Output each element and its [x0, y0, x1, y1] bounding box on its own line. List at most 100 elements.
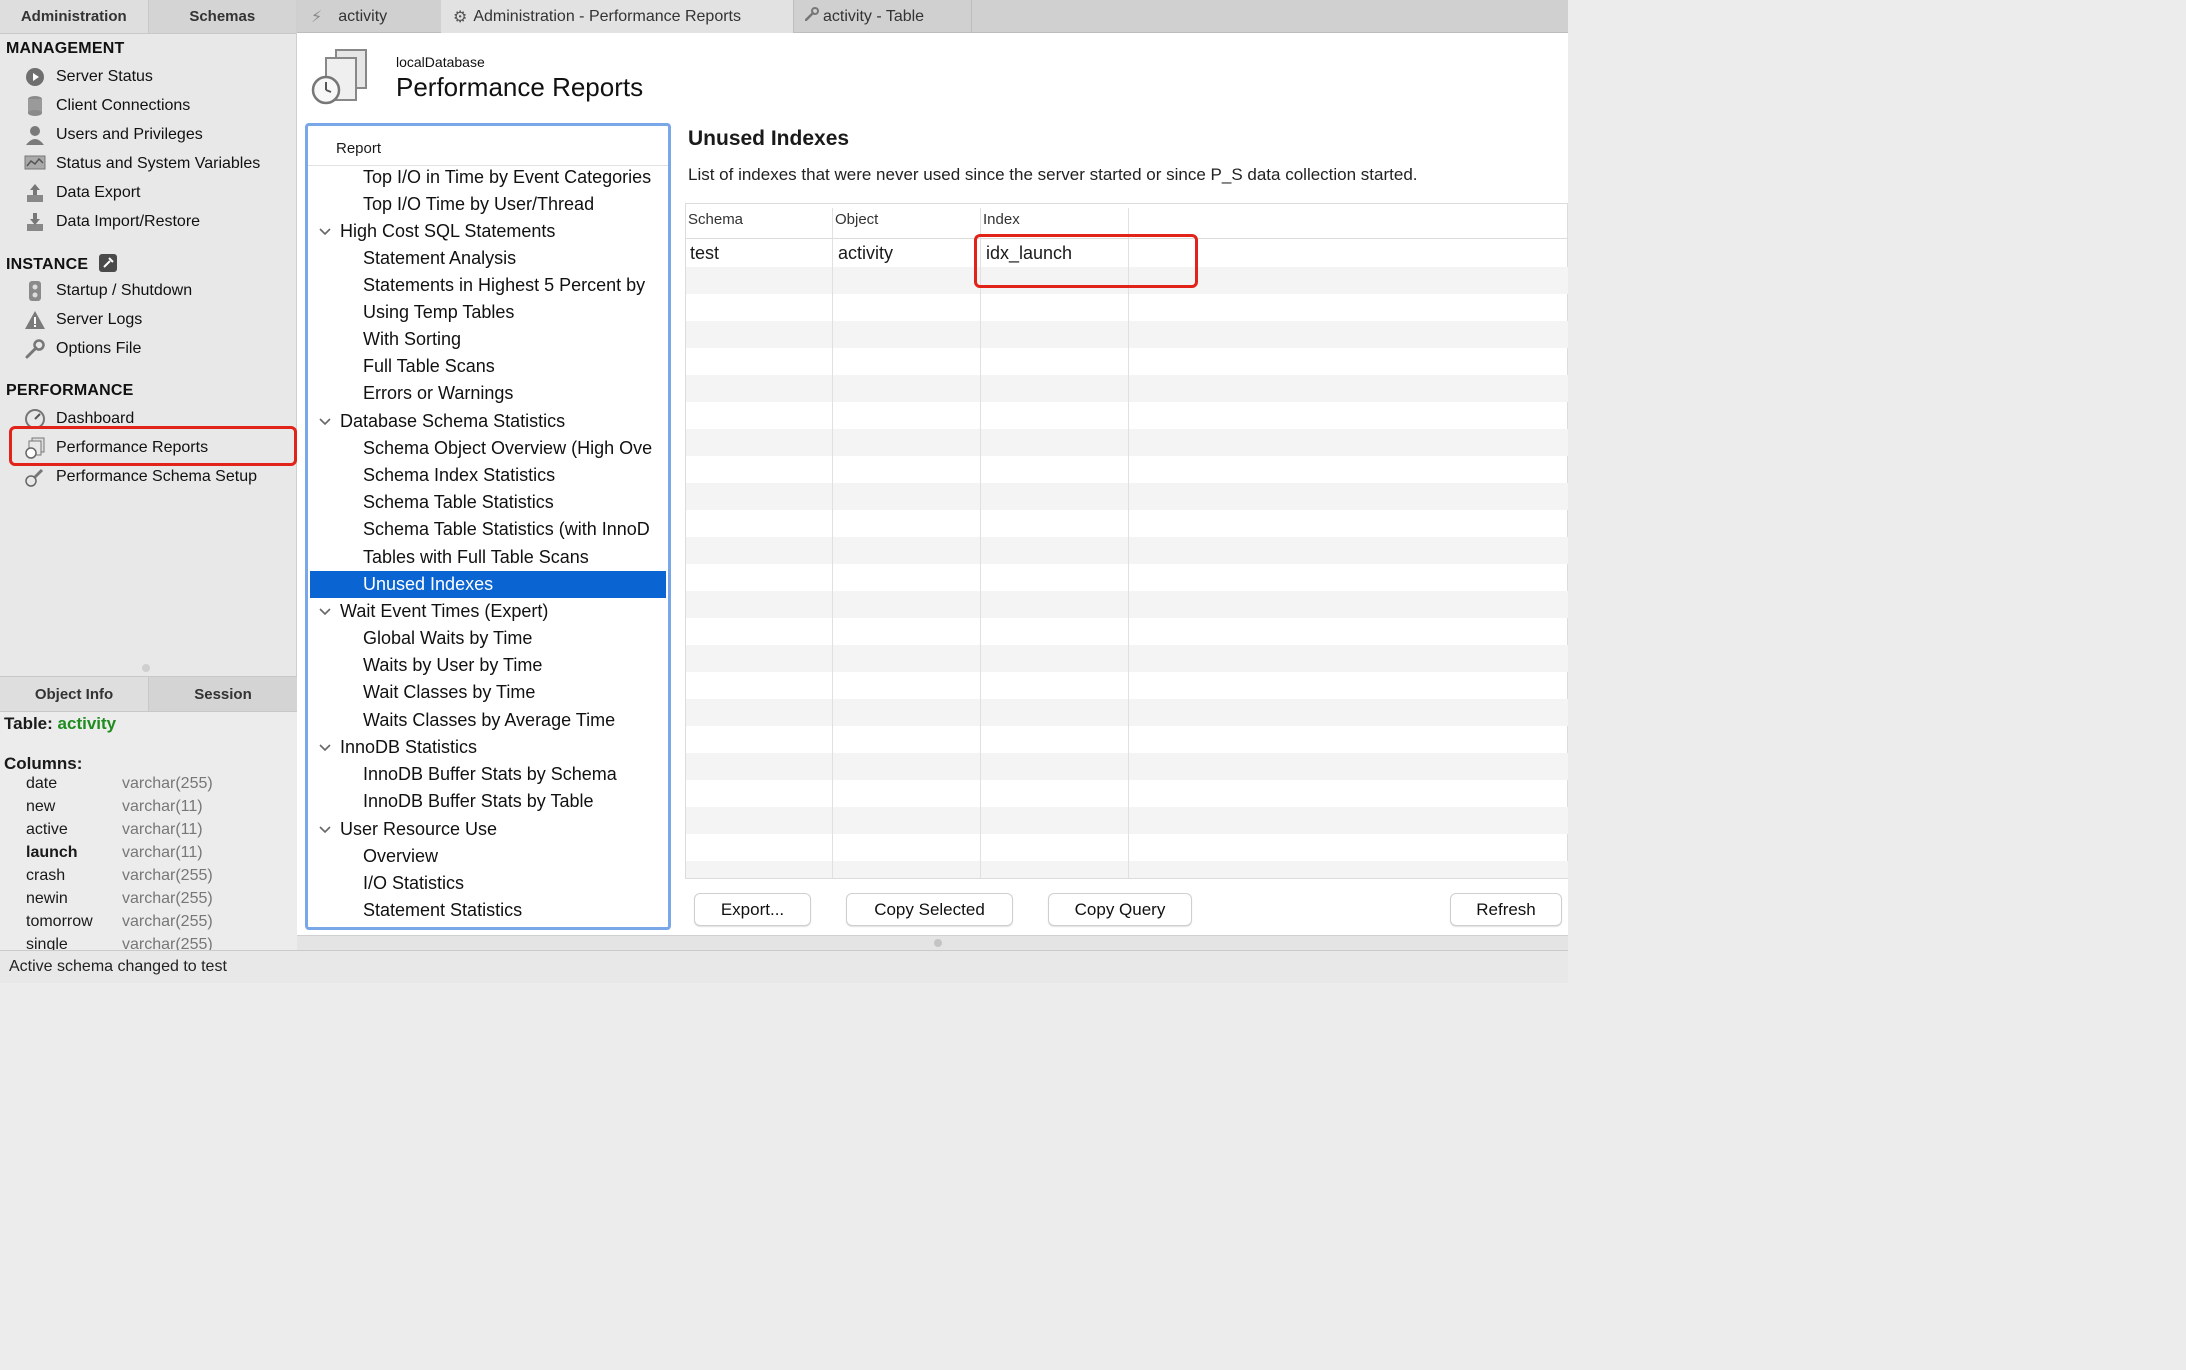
tree-item[interactable]: InnoDB Buffer Stats by Schema — [363, 761, 668, 788]
wrench-icon — [24, 338, 46, 360]
section-title-instance-label: INSTANCE — [6, 256, 89, 273]
tree-item-unused-indexes[interactable]: Unused Indexes — [363, 571, 666, 598]
nav-performance-schema-setup[interactable]: Performance Schema Setup — [24, 464, 257, 490]
grid-stripe — [686, 807, 1568, 834]
copy-selected-button[interactable]: Copy Selected — [846, 893, 1013, 926]
nav-label: Data Export — [56, 184, 141, 201]
tab-schemas[interactable]: Schemas — [148, 0, 296, 33]
chevron-down-icon[interactable] — [315, 816, 335, 843]
splitter-handle[interactable] — [142, 664, 150, 672]
nav-server-status[interactable]: Server Status — [24, 64, 153, 90]
column-name: tomorrow — [26, 913, 93, 930]
nav-label: Users and Privileges — [56, 126, 203, 143]
grid-stripe — [686, 321, 1568, 348]
tree-item[interactable]: Schema Table Statistics — [363, 489, 668, 516]
table-name: activity — [57, 714, 117, 733]
annotation-highlight-performance-reports — [9, 426, 297, 466]
columns-label: Columns: — [4, 754, 83, 773]
column-header-index[interactable]: Index — [983, 211, 1020, 228]
nav-data-export[interactable]: Data Export — [24, 180, 140, 206]
grid-cell-object[interactable]: activity — [838, 243, 893, 264]
grid-column-divider — [1128, 208, 1129, 878]
grid-stripe — [686, 645, 1568, 672]
grid-column-divider — [980, 208, 981, 878]
tree-item[interactable]: Waits by User by Time — [363, 652, 668, 679]
nav-client-connections[interactable]: Client Connections — [24, 93, 190, 119]
tree-item[interactable]: Full Table Scans — [363, 353, 668, 380]
tree-item[interactable]: I/O Statistics — [363, 870, 668, 897]
setup-icon — [24, 466, 46, 488]
copy-query-button[interactable]: Copy Query — [1048, 893, 1192, 926]
column-header-schema[interactable]: Schema — [688, 211, 743, 228]
grid-column-divider — [832, 208, 833, 878]
tree-item[interactable]: Top I/O in Time by Event Categories — [363, 164, 668, 191]
table-label: Table: — [4, 714, 53, 733]
column-header-object[interactable]: Object — [835, 211, 878, 228]
tree-item[interactable]: Waits Classes by Average Time — [363, 707, 668, 734]
report-tree-header-label: Report — [336, 140, 382, 157]
nav-label: Server Status — [56, 68, 153, 85]
refresh-button[interactable]: Refresh — [1450, 893, 1562, 926]
navigator-tabbar: Administration Schemas — [0, 0, 296, 34]
nav-server-logs[interactable]: Server Logs — [24, 307, 142, 333]
tree-item[interactable]: Tables with Full Table Scans — [363, 544, 668, 571]
export-icon — [24, 182, 46, 204]
monitor-icon — [24, 153, 46, 175]
tree-item[interactable]: Statement Analysis — [363, 245, 668, 272]
tree-group[interactable]: User Resource Use — [340, 816, 668, 843]
tree-group[interactable]: InnoDB Statistics — [340, 734, 668, 761]
tree-item[interactable]: Statement Statistics — [363, 897, 668, 924]
bottom-splitter[interactable] — [297, 935, 1568, 950]
tree-item[interactable]: Using Temp Tables — [363, 299, 668, 326]
tab-administration[interactable]: Administration — [0, 0, 149, 33]
export-button[interactable]: Export... — [694, 893, 811, 926]
database-icon — [24, 95, 46, 117]
nav-label: Status and System Variables — [56, 155, 261, 172]
column-row: date varchar(255) — [26, 775, 286, 798]
tree-item[interactable]: Top I/O Time by User/Thread — [363, 191, 668, 218]
splitter-handle[interactable] — [934, 939, 942, 947]
tree-group[interactable]: Wait Event Times (Expert) — [340, 598, 668, 625]
tree-item[interactable]: With Sorting — [363, 326, 668, 353]
doc-tab-activity-table[interactable]: activity - Table — [793, 0, 972, 33]
nav-status-variables[interactable]: Status and System Variables — [24, 151, 260, 177]
column-name: crash — [26, 867, 66, 884]
nav-startup-shutdown[interactable]: Startup / Shutdown — [24, 278, 192, 304]
column-name: launch — [26, 844, 78, 861]
tab-session[interactable]: Session — [149, 677, 297, 711]
column-row: crash varchar(255) — [26, 867, 286, 890]
nav-label: Performance Schema Setup — [56, 468, 257, 485]
chevron-down-icon[interactable] — [315, 598, 335, 625]
chevron-down-icon[interactable] — [315, 408, 335, 435]
tree-item[interactable]: Overview — [363, 843, 668, 870]
grid-cell-schema[interactable]: test — [690, 243, 719, 264]
tree-item[interactable]: Wait Classes by Time — [363, 679, 668, 706]
doc-tab-activity[interactable]: ⚡ activity — [297, 0, 442, 33]
chevron-down-icon[interactable] — [315, 218, 335, 245]
tree-item[interactable]: Statements in Highest 5 Percent by — [363, 272, 668, 299]
tree-item[interactable]: InnoDB Buffer Stats by Table — [363, 788, 668, 815]
tree-group[interactable]: High Cost SQL Statements — [340, 218, 668, 245]
column-row: active varchar(11) — [26, 821, 286, 844]
document-tabbar: ⚡ activity ⚙ Administration - Performanc… — [297, 0, 1568, 33]
nav-data-import[interactable]: Data Import/Restore — [24, 209, 200, 235]
tree-item[interactable]: Schema Object Overview (High Ove — [363, 435, 668, 462]
tree-group[interactable]: Database Schema Statistics — [340, 408, 668, 435]
report-tree-header: Report — [308, 126, 668, 166]
tree-item[interactable]: Schema Index Statistics — [363, 462, 668, 489]
report-tree[interactable]: Report Top I/O in Time by Event Categori… — [305, 123, 671, 930]
power-switch-icon — [24, 280, 46, 302]
instance-config-icon[interactable] — [98, 254, 117, 272]
tab-object-info[interactable]: Object Info — [0, 677, 149, 711]
nav-options-file[interactable]: Options File — [24, 336, 141, 362]
tree-item[interactable]: Schema Table Statistics (with InnoD — [363, 516, 668, 543]
grid-stripe — [686, 753, 1568, 780]
tree-item[interactable]: Global Waits by Time — [363, 625, 668, 652]
chevron-down-icon[interactable] — [315, 734, 335, 761]
grid-stripe — [686, 429, 1568, 456]
column-row: newin varchar(255) — [26, 890, 286, 913]
nav-users-privileges[interactable]: Users and Privileges — [24, 122, 203, 148]
tree-item[interactable]: Errors or Warnings — [363, 380, 668, 407]
doc-tab-performance-reports[interactable]: ⚙ Administration - Performance Reports — [441, 0, 794, 33]
doc-tab-label: activity - Table — [823, 7, 925, 25]
